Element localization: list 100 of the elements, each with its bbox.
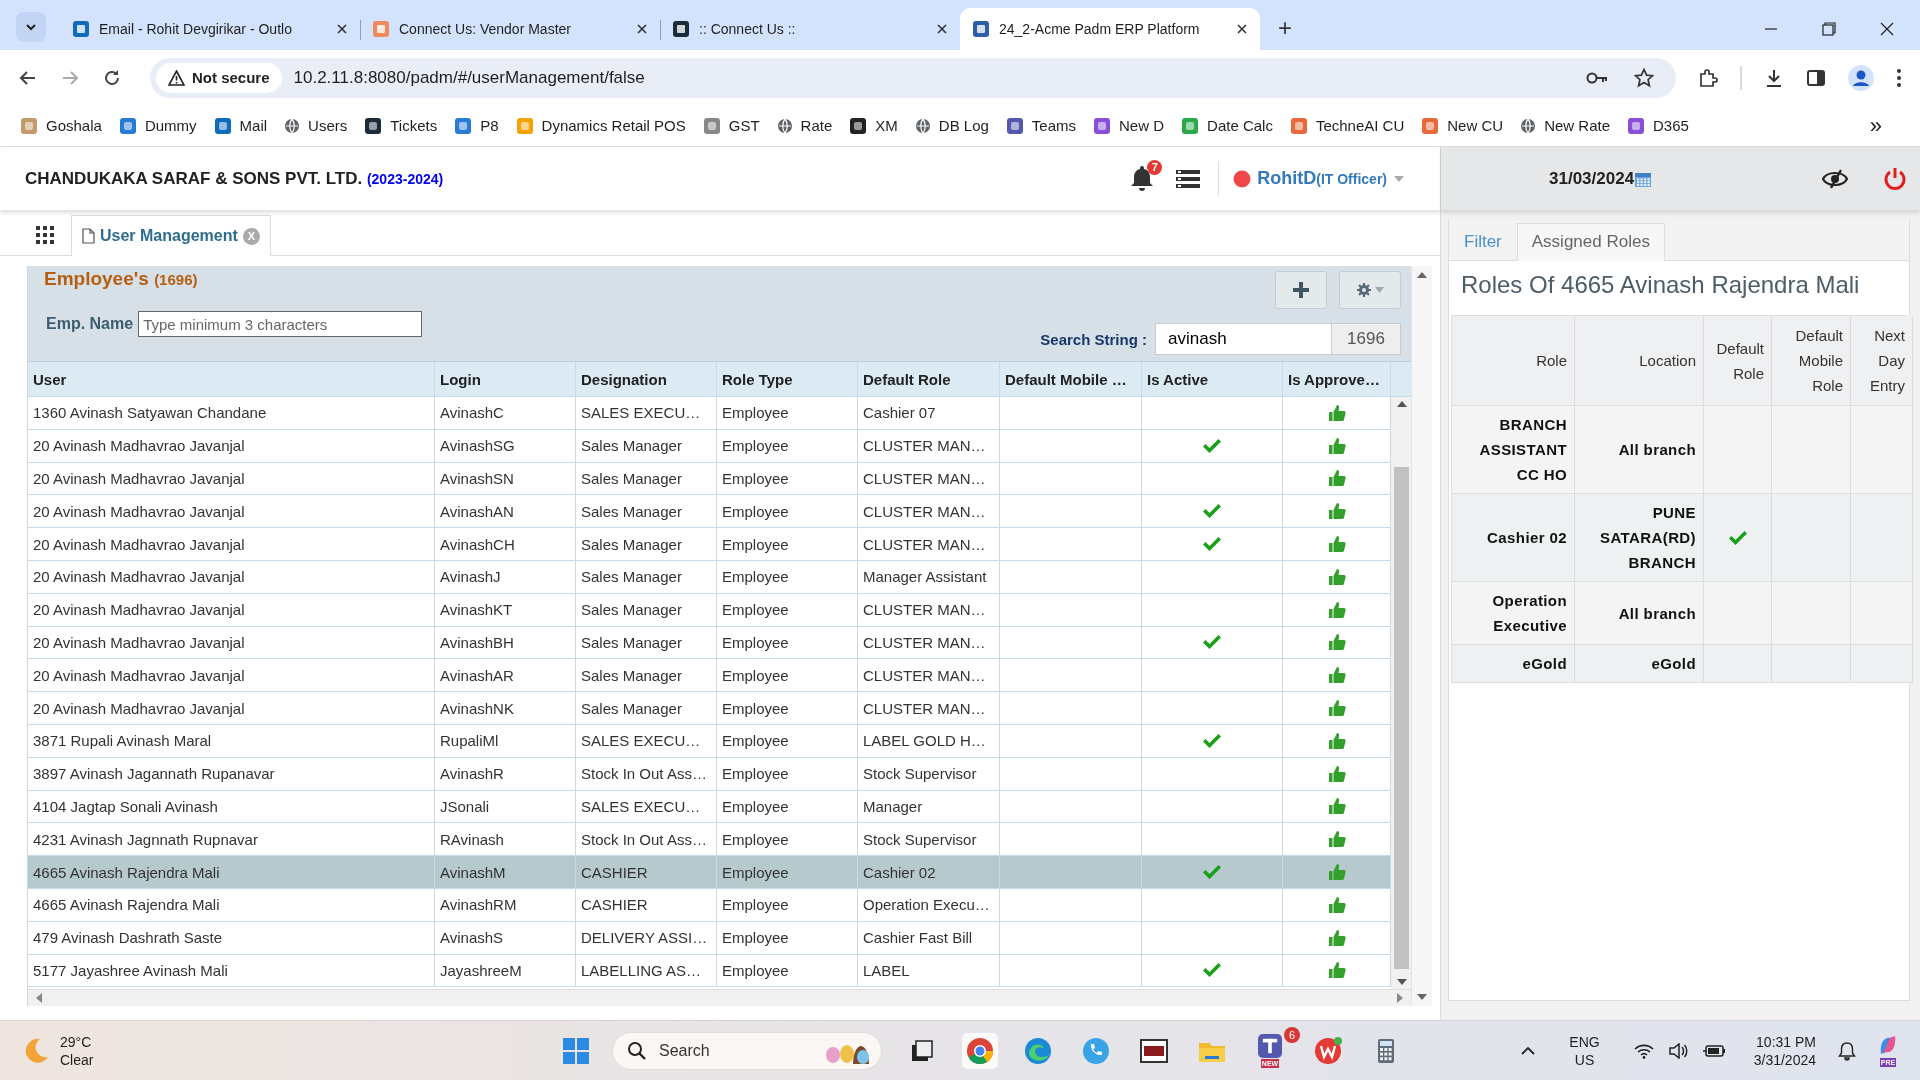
chrome-icon[interactable] (965, 1035, 995, 1066)
table-row[interactable]: 20 Avinash Madhavrao Javanjal AvinashCH Sales Manager Employee CLUSTER MAN… (28, 528, 1391, 561)
site-icon (1421, 116, 1440, 135)
edge-icon[interactable] (1023, 1035, 1053, 1066)
scroll-down-icon[interactable] (1417, 994, 1427, 1000)
add-button[interactable] (1275, 271, 1327, 309)
table-row[interactable]: 20 Avinash Madhavrao Javanjal AvinashJ Sales Manager Employee Manager Assistant (28, 561, 1391, 594)
table-row[interactable]: 20 Avinash Madhavrao Javanjal AvinashAN Sales Manager Employee CLUSTER MAN… (28, 495, 1391, 529)
bookmark[interactable]: XM (849, 116, 898, 135)
bookmark[interactable]: Rate (776, 117, 833, 134)
eye-slash-icon[interactable] (1822, 168, 1848, 189)
bookmark[interactable]: Tickets (364, 116, 438, 135)
bookmark[interactable]: Users (284, 117, 348, 134)
input-field[interactable]: Type minimum 3 characters (138, 311, 423, 337)
table-row[interactable]: 5177 Jayashree Avinash Mali JayashreeM LABELLING AS… Employee LABEL (28, 954, 1391, 988)
more-bookmarks-button[interactable]: » (1869, 112, 1882, 139)
power-icon[interactable] (1884, 166, 1906, 191)
close-icon[interactable] (936, 23, 948, 35)
table-row[interactable]: 20 Avinash Madhavrao Javanjal AvinashSG Sales Manager Employee CLUSTER MAN… (28, 429, 1391, 463)
new-tab-button[interactable]: + (1272, 14, 1298, 42)
bookmark[interactable]: Dummy (118, 116, 197, 135)
bookmark[interactable]: P8 (454, 116, 499, 135)
wps-icon[interactable] (1313, 1035, 1343, 1066)
apps-grid-icon[interactable] (36, 226, 54, 244)
scroll-left-icon[interactable] (36, 993, 42, 1003)
settings-button[interactable] (1339, 271, 1401, 309)
bookmark[interactable]: TechneAI CU (1289, 116, 1405, 135)
bookmark[interactable]: Date Calc (1181, 116, 1273, 135)
extensions-icon[interactable] (1698, 67, 1718, 88)
table-row[interactable]: 20 Avinash Madhavrao Javanjal AvinashAR Sales Manager Employee CLUSTER MAN… (28, 659, 1391, 693)
table-row[interactable]: 4231 Avinash Jagnnath Rupnavar RAvinash Stock In Out Ass… Employee Stock Supervisor (28, 823, 1391, 857)
table-row[interactable]: 4665 Avinash Rajendra Mali AvinashM CASHIER Employee Cashier 02 (28, 856, 1391, 889)
browser-tab[interactable]: 24_2-Acme Padm ERP Platform (960, 8, 1260, 50)
scroll-up-icon[interactable] (1417, 272, 1427, 278)
windows-logo-icon[interactable] (562, 1036, 590, 1065)
notification-bell-icon[interactable] (1838, 1040, 1856, 1061)
table-row[interactable]: 4104 Jagtap Sonali Avinash JSonali SALES EXECU… Employee Manager (28, 790, 1391, 824)
security-chip[interactable]: Not secure (156, 62, 282, 93)
table-cell: AvinashC (435, 397, 576, 430)
search-box[interactable]: Search (612, 1031, 882, 1070)
bookmark[interactable]: Goshala (20, 116, 102, 135)
table-row[interactable]: 20 Avinash Madhavrao Javanjal AvinashSN Sales Manager Employee CLUSTER MAN… (28, 462, 1391, 496)
bookmark[interactable]: Mail (213, 116, 268, 135)
key-icon[interactable] (1586, 70, 1608, 85)
restore-icon[interactable] (1822, 22, 1836, 36)
list-icon[interactable] (1176, 168, 1201, 189)
bookmark[interactable]: Dynamics Retail POS (515, 116, 686, 135)
browser-tab[interactable]: Connect Us: Vendor Master (360, 8, 660, 50)
side-panel-icon[interactable] (1806, 67, 1826, 88)
browser-tab[interactable]: :: Connect Us :: (660, 8, 960, 50)
table-row[interactable]: 4665 Avinash Rajendra Mali AvinashRM CASHIER Employee Operation Execu… (28, 888, 1391, 922)
volume-icon[interactable] (1667, 1042, 1688, 1059)
battery-icon[interactable] (1701, 1042, 1726, 1059)
scrollbar-thumb[interactable] (1394, 467, 1409, 969)
clock[interactable]: 10:31 PM 3/31/2024 (1753, 1032, 1816, 1069)
table-row[interactable]: 1360 Avinash Satyawan Chandane AvinashC SALES EXECU… Employee Cashier 07 (28, 397, 1391, 430)
table-row[interactable]: 3871 Rupali Avinash Maral RupaliMl SALES EXECU… Employee LABEL GOLD H… (28, 724, 1391, 758)
close-icon[interactable] (636, 23, 648, 35)
table-cell: AvinashM (435, 856, 576, 889)
bookmark[interactable]: New Rate (1520, 117, 1610, 134)
wifi-icon[interactable] (1633, 1042, 1654, 1059)
table-row[interactable]: 479 Avinash Dashrath Saste AvinashS DELIVERY ASSI… Employee Cashier Fast Bill (28, 921, 1391, 955)
company-name: CHANDUKAKA SARAF & SONS PVT. LTD. (2023-2024) (25, 168, 444, 189)
table-cell: eGold (1452, 645, 1575, 683)
menu-icon[interactable] (1896, 67, 1902, 88)
scroll-down-icon[interactable] (1396, 979, 1407, 985)
close-icon[interactable] (1880, 22, 1894, 36)
table-cell: AvinashR (435, 757, 576, 791)
table-row[interactable]: 20 Avinash Madhavrao Javanjal AvinashKT Sales Manager Employee CLUSTER MAN… (28, 593, 1391, 627)
profile-icon[interactable] (1848, 64, 1874, 91)
bookmark[interactable]: GST (702, 116, 760, 135)
teams-icon[interactable] (1258, 1033, 1282, 1058)
address-bar[interactable]: Not secure 10.2.11.8:8080/padm/#/userManagement/false (150, 57, 1676, 98)
scroll-up-icon[interactable] (1396, 401, 1407, 407)
table-row[interactable]: 20 Avinash Madhavrao Javanjal AvinashNK Sales Manager Employee CLUSTER MAN… (28, 692, 1391, 725)
phone-icon[interactable] (1081, 1035, 1111, 1066)
close-icon[interactable] (1236, 23, 1248, 35)
table-row[interactable]: 20 Avinash Madhavrao Javanjal AvinashBH Sales Manager Employee CLUSTER MAN… (28, 626, 1391, 660)
bookmark[interactable]: New CU (1421, 116, 1504, 135)
download-icon[interactable] (1764, 67, 1784, 88)
notification-badge: 7 (1147, 159, 1163, 175)
language-indicator[interactable]: ENG US (1569, 1032, 1600, 1069)
bookmark[interactable]: D365 (1627, 116, 1689, 135)
bookmark[interactable]: New D (1093, 116, 1165, 135)
table-cell: BRANCH ASSISTANT CC HO (1452, 406, 1575, 494)
module-tab[interactable]: User Management X (71, 215, 271, 256)
panel-tab[interactable]: Assigned Roles (1516, 223, 1665, 261)
table-cell: Employee (717, 856, 858, 889)
close-icon[interactable] (336, 23, 348, 35)
search-field[interactable]: avinash (1155, 323, 1332, 355)
browser-tab[interactable]: Email - Rohit Devgirikar - Outlo (60, 8, 360, 50)
scroll-right-icon[interactable] (1397, 993, 1403, 1003)
bookmark[interactable]: Teams (1005, 116, 1077, 135)
site-icon (1093, 116, 1112, 135)
star-icon[interactable] (1634, 67, 1654, 88)
user-name[interactable]: RohitD (1257, 168, 1317, 189)
bookmark[interactable]: DB Log (914, 117, 989, 134)
chevron-up-icon[interactable] (1521, 1045, 1536, 1056)
table-row[interactable]: 3897 Avinash Jagannath Rupanavar AvinashR Stock In Out Ass… Employee Stock Supervisor (28, 757, 1391, 791)
tab-list-button[interactable] (16, 12, 46, 42)
